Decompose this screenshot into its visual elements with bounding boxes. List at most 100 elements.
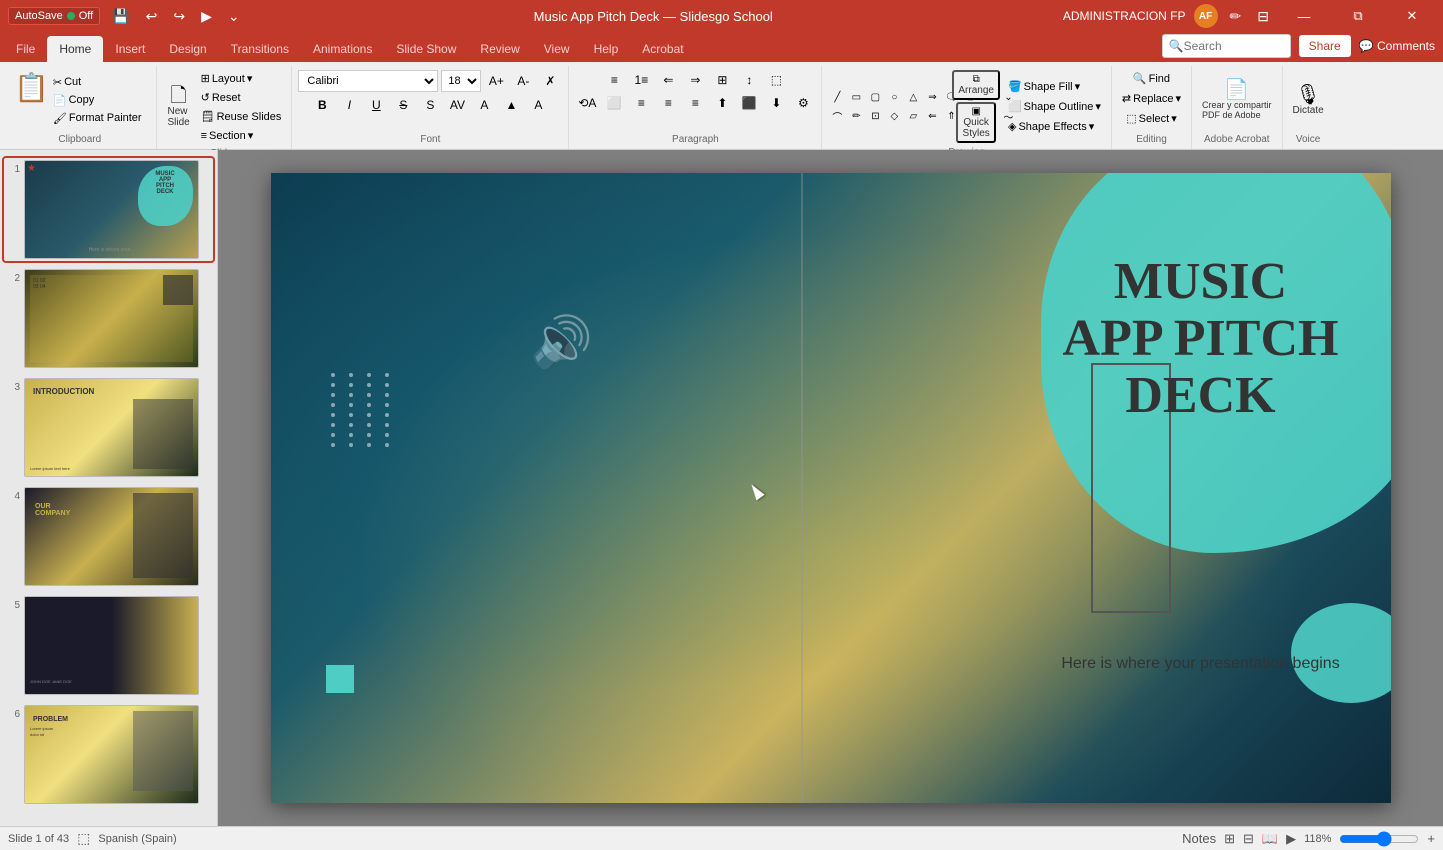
quick-styles-button[interactable]: ▣ Quick Styles — [956, 102, 996, 143]
underline-button[interactable]: U — [364, 95, 388, 115]
replace-button[interactable]: ⇄ Replace ▾ — [1118, 90, 1185, 107]
user-avatar[interactable]: AF — [1194, 4, 1218, 28]
restore-button[interactable]: ⧉ — [1335, 0, 1381, 32]
tab-file[interactable]: File — [4, 36, 47, 62]
columns-button[interactable]: ⊞ — [710, 70, 734, 90]
slide-sorter-icon[interactable]: ⊟ — [1243, 831, 1254, 847]
save-icon[interactable]: 💾 — [108, 6, 133, 27]
increase-indent-button[interactable]: ⇒ — [683, 70, 707, 90]
shape-line[interactable]: ╱ — [828, 88, 846, 106]
tab-transitions[interactable]: Transitions — [219, 36, 301, 62]
notes-button[interactable]: Notes — [1182, 831, 1216, 846]
language[interactable]: Spanish (Spain) — [98, 833, 176, 845]
char-spacing-button[interactable]: AV — [445, 95, 469, 115]
bullets-button[interactable]: ≡ — [602, 70, 626, 90]
autosave-button[interactable]: AutoSave Off — [8, 7, 100, 25]
clear-format-button[interactable]: ✗ — [538, 71, 562, 91]
layout-button[interactable]: ⊞ Layout ▾ — [197, 70, 286, 87]
reset-button[interactable]: ↺ Reset — [197, 89, 286, 106]
copy-button[interactable]: 📄 Copy — [49, 92, 146, 109]
slide-thumb-6[interactable]: 6 PROBLEM Lorem ipsumdolor sit — [4, 703, 213, 806]
increase-font-button[interactable]: A+ — [484, 71, 508, 91]
highlight-button[interactable]: ▲ — [499, 95, 523, 115]
shape-arrow-right[interactable]: ⇒ — [923, 88, 941, 106]
slide-thumb-3[interactable]: 3 INTRODUCTION Lorem ipsum text here — [4, 376, 213, 479]
shape-freeform[interactable]: ✏ — [847, 107, 865, 125]
slideshow-icon[interactable]: ▶ — [1286, 831, 1296, 847]
align-right-button[interactable]: ≡ — [656, 93, 680, 113]
line-spacing-button[interactable]: ↕ — [737, 70, 761, 90]
section-button[interactable]: ≡ Section ▾ — [197, 127, 286, 144]
smart-art-button[interactable]: ⬚ — [764, 70, 788, 90]
dictate-button[interactable]: 🎙 Dictate — [1289, 83, 1328, 118]
convert-to-smartart-button[interactable]: ⚙ — [791, 93, 815, 113]
slide-thumb-2[interactable]: 2 01 0203 04 — [4, 267, 213, 370]
text-highlight-button[interactable]: A — [526, 95, 550, 115]
share-button[interactable]: Share — [1299, 35, 1351, 57]
decrease-font-button[interactable]: A- — [511, 71, 535, 91]
text-direction-button[interactable]: ⟲A — [575, 93, 599, 113]
shape-outline-button[interactable]: ⬜ Shape Outline ▾ — [1004, 98, 1105, 115]
shape-textbox[interactable]: ⊡ — [866, 107, 884, 125]
tab-animations[interactable]: Animations — [301, 36, 384, 62]
undo-icon[interactable]: ↩ — [142, 6, 162, 27]
tab-view[interactable]: View — [532, 36, 582, 62]
tab-design[interactable]: Design — [157, 36, 218, 62]
font-family-select[interactable]: Calibri — [298, 70, 438, 92]
shape-left-arrow[interactable]: ⇐ — [923, 107, 941, 125]
slide-thumb-1[interactable]: 1 ★ MUSICAPPPITCHDECK Here is where your… — [4, 158, 213, 261]
settings-icon[interactable]: ⊟ — [1253, 6, 1273, 27]
shape-parallelogram[interactable]: ▱ — [904, 107, 922, 125]
zoom-slider[interactable] — [1339, 831, 1419, 847]
reading-view-icon[interactable]: 📖 — [1262, 831, 1278, 847]
shape-effects-button[interactable]: ◈ Shape Effects ▾ — [1004, 118, 1105, 135]
align-middle-button[interactable]: ⬛ — [737, 93, 761, 113]
shadow-button[interactable]: S — [418, 95, 442, 115]
slide-thumb-4[interactable]: 4 OURCOMPANY — [4, 485, 213, 588]
accessibility-icon[interactable]: ⬚ — [77, 830, 90, 847]
arrange-button[interactable]: ⧉ Arrange — [952, 70, 1000, 100]
zoom-in-icon[interactable]: + — [1427, 831, 1435, 846]
strikethrough-button[interactable]: S — [391, 95, 415, 115]
align-left-button[interactable]: ⬜ — [602, 93, 626, 113]
select-button[interactable]: ⬚ Select ▾ — [1122, 110, 1181, 127]
cut-button[interactable]: ✂ Cut — [49, 74, 146, 91]
shape-diamond[interactable]: ◇ — [885, 107, 903, 125]
tab-help[interactable]: Help — [582, 36, 631, 62]
create-pdf-button[interactable]: 📄 Crear y compartir PDF de Adobe — [1198, 78, 1276, 122]
find-button[interactable]: 🔍 Find — [1129, 70, 1174, 87]
shape-oval[interactable]: ○ — [885, 88, 903, 106]
pen-icon[interactable]: ✏ — [1226, 6, 1246, 27]
format-painter-button[interactable]: 🖌 Format Painter — [49, 110, 146, 127]
align-center-button[interactable]: ≡ — [629, 93, 653, 113]
search-box[interactable]: 🔍 — [1162, 34, 1291, 58]
numbering-button[interactable]: 1≡ — [629, 70, 653, 90]
tab-insert[interactable]: Insert — [103, 36, 157, 62]
reuse-slides-button[interactable]: 🗒 Reuse Slides — [197, 108, 286, 125]
align-bottom-button[interactable]: ⬇ — [764, 93, 788, 113]
tab-home[interactable]: Home — [47, 36, 103, 62]
font-size-select[interactable]: 18 — [441, 70, 481, 92]
customize-icon[interactable]: ⌄ — [224, 6, 244, 27]
paste-button[interactable]: 📋 ✂ Cut 📄 Copy 🖌 Format Painter — [10, 72, 150, 129]
tab-slideshow[interactable]: Slide Show — [384, 36, 468, 62]
slide-thumb-5[interactable]: 5 JOHN DOE JANE DOE — [4, 594, 213, 697]
close-button[interactable]: ✕ — [1389, 0, 1435, 32]
search-input[interactable] — [1184, 39, 1284, 53]
decrease-indent-button[interactable]: ⇐ — [656, 70, 680, 90]
minimize-button[interactable]: — — [1281, 0, 1327, 32]
bold-button[interactable]: B — [310, 95, 334, 115]
font-color-button[interactable]: A — [472, 95, 496, 115]
comments-button[interactable]: 💬 Comments — [1359, 39, 1435, 53]
tab-acrobat[interactable]: Acrobat — [630, 36, 695, 62]
shape-rounded-rect[interactable]: ▢ — [866, 88, 884, 106]
present-icon[interactable]: ▶ — [197, 6, 216, 27]
new-slide-button[interactable]: 🗋 New Slide — [163, 84, 195, 130]
shape-fill-button[interactable]: 🪣 Shape Fill ▾ — [1004, 78, 1105, 95]
justify-button[interactable]: ≡ — [683, 93, 707, 113]
redo-icon[interactable]: ↪ — [169, 6, 189, 27]
align-top-button[interactable]: ⬆ — [710, 93, 734, 113]
shape-triangle[interactable]: △ — [904, 88, 922, 106]
italic-button[interactable]: I — [337, 95, 361, 115]
normal-view-icon[interactable]: ⊞ — [1224, 831, 1235, 847]
